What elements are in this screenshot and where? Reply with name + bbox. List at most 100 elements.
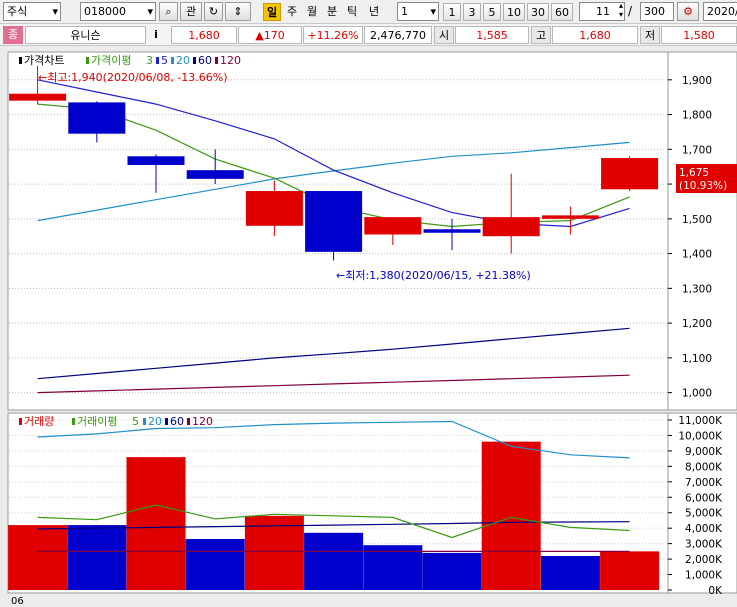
volume-legend: 거래량 거래이평 5 20 60 120 bbox=[19, 415, 213, 428]
interval-select[interactable]: 1 ▾ bbox=[397, 2, 439, 21]
candle-body bbox=[364, 217, 422, 235]
high-price: 1,680 bbox=[552, 26, 638, 44]
low-price: 1,580 bbox=[661, 26, 737, 44]
updown-icon: ⇕ bbox=[233, 5, 243, 18]
price-ma20-legend: 20 bbox=[176, 54, 190, 67]
volume-bar bbox=[540, 556, 600, 590]
volume-tick-label: 10,000K bbox=[678, 430, 723, 442]
market-type-select[interactable]: 주식 ▾ bbox=[3, 2, 61, 21]
candle-body bbox=[186, 170, 244, 179]
period-tick-button[interactable]: 틱 bbox=[343, 3, 361, 21]
count-value: 11 bbox=[596, 5, 610, 18]
open-label: 시 bbox=[434, 26, 454, 44]
period-month-button[interactable]: 월 bbox=[303, 3, 321, 21]
price-tick-label: 1,700 bbox=[682, 144, 712, 156]
volume-tick-label: 7,000K bbox=[685, 477, 723, 489]
volume-bar bbox=[185, 539, 245, 590]
price-legend-title: 가격차트 bbox=[24, 54, 64, 67]
stock-code-value: 018000 bbox=[84, 5, 126, 18]
stock-chart[interactable]: 1,0001,1001,2001,3001,4001,5001,6001,700… bbox=[0, 46, 737, 607]
stock-name: 유니슨 bbox=[25, 26, 146, 44]
x-axis-label: 06 bbox=[11, 596, 24, 607]
info-button[interactable]: i bbox=[149, 26, 163, 44]
search-button[interactable]: ⌕ bbox=[159, 2, 178, 21]
period-minute-button[interactable]: 분 bbox=[323, 3, 341, 21]
volume-tick-label: 8,000K bbox=[685, 461, 723, 473]
count-separator: / bbox=[628, 4, 633, 18]
volume-tick-label: 3,000K bbox=[685, 539, 723, 551]
volume-ma20-legend: 20 bbox=[148, 415, 162, 428]
candle-body bbox=[68, 102, 126, 134]
low-label: 저 bbox=[640, 26, 660, 44]
price-tick-label: 1,300 bbox=[682, 283, 712, 295]
trade-volume: 2,476,770 bbox=[364, 26, 432, 44]
updown-button[interactable]: ⇕ bbox=[225, 2, 251, 21]
price-ma120-legend-swatch bbox=[215, 57, 218, 64]
stock-code-input[interactable]: 018000 ▾ bbox=[80, 2, 156, 21]
price-ma5-legend: 5 bbox=[161, 54, 168, 67]
count-stepper[interactable]: 11 ▴ ▾ bbox=[579, 2, 625, 21]
candle-body bbox=[9, 93, 67, 101]
volume-bar bbox=[422, 552, 482, 590]
volume-tick-label: 1,000K bbox=[685, 570, 723, 582]
volume-legend-swatch bbox=[19, 418, 22, 425]
volume-ma-legend-swatch bbox=[72, 418, 75, 425]
candle bbox=[601, 156, 659, 192]
candle-body bbox=[127, 156, 185, 165]
volume-tick-label: 2,000K bbox=[685, 554, 723, 566]
price-tick-label: 1,500 bbox=[682, 214, 712, 226]
interval-3-button[interactable]: 3 bbox=[463, 3, 481, 21]
date-value: 2020/ bbox=[707, 5, 737, 18]
price-tick-label: 1,400 bbox=[682, 249, 712, 261]
volume-bar bbox=[67, 525, 127, 590]
interval-30-button[interactable]: 30 bbox=[527, 3, 549, 21]
volume-ma20-legend-swatch bbox=[143, 418, 146, 425]
stepper-arrows-icon: ▴ ▾ bbox=[618, 2, 623, 19]
price-tick-label: 1,000 bbox=[682, 388, 712, 400]
volume-bar bbox=[126, 457, 186, 590]
volume-legend-title: 거래량 bbox=[24, 415, 54, 428]
volume-ma60-legend: 60 bbox=[170, 415, 184, 428]
interval-5-button[interactable]: 5 bbox=[483, 3, 501, 21]
period-day-button[interactable]: 일 bbox=[263, 3, 281, 21]
high-label: 고 bbox=[531, 26, 551, 44]
chevron-down-icon: ▾ bbox=[430, 5, 436, 18]
interval-value: 1 bbox=[401, 5, 408, 18]
chevron-down-icon: ▾ bbox=[147, 5, 153, 18]
interval-10-button[interactable]: 10 bbox=[503, 3, 525, 21]
settings-button[interactable]: ⚙ bbox=[677, 2, 699, 21]
volume-ma120-legend: 120 bbox=[192, 415, 213, 428]
open-price: 1,585 bbox=[455, 26, 529, 44]
volume-bar bbox=[481, 441, 541, 590]
period-year-button[interactable]: 년 bbox=[363, 3, 385, 21]
price-legend-swatch bbox=[19, 57, 22, 64]
volume-tick-label: 6,000K bbox=[685, 492, 723, 504]
stock-badge: 종 bbox=[3, 26, 23, 44]
candle-body bbox=[601, 158, 659, 190]
toolbar: 주식 ▾ 018000 ▾ ⌕ 관 ↻ ⇕ 일 주 월 분 틱 년 1 ▾ 1 … bbox=[0, 0, 737, 24]
current-price-label: 1,675 bbox=[679, 167, 709, 179]
volume-ma5-legend: 5 bbox=[132, 415, 139, 428]
volume-tick-label: 5,000K bbox=[685, 508, 723, 520]
price-tick-label: 1,200 bbox=[682, 318, 712, 330]
candle-body bbox=[482, 217, 540, 237]
volume-ma60-legend-swatch bbox=[165, 418, 168, 425]
date-input[interactable]: 2020/ bbox=[703, 2, 737, 21]
period-week-button[interactable]: 주 bbox=[283, 3, 301, 21]
interval-1-button[interactable]: 1 bbox=[443, 3, 461, 21]
refresh-button[interactable]: ↻ bbox=[204, 2, 223, 21]
interval-60-button[interactable]: 60 bbox=[551, 3, 573, 21]
total-count-input[interactable]: 300 bbox=[640, 2, 674, 21]
price-ma-legend-swatch bbox=[86, 57, 89, 64]
search-icon: ⌕ bbox=[165, 5, 172, 18]
candle-body bbox=[245, 191, 303, 226]
price-ma5-legend-swatch bbox=[156, 57, 159, 64]
view-button[interactable]: 관 bbox=[180, 2, 202, 21]
price-ma-legend-label: 가격이평 bbox=[91, 54, 131, 67]
price-change-pct: +11.26% bbox=[303, 26, 363, 44]
volume-tick-label: 9,000K bbox=[685, 446, 723, 458]
candle-body bbox=[305, 191, 363, 252]
volume-bar bbox=[8, 525, 68, 590]
price-change: ▲170 bbox=[238, 26, 302, 44]
settings-icon: ⚙ bbox=[683, 5, 693, 18]
